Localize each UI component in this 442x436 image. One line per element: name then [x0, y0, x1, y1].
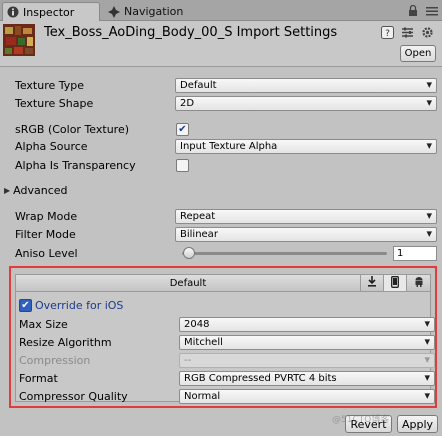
inspector-header: Tex_Boss_AoDing_Body_00_S Import Setting… [0, 21, 442, 67]
wrap-mode-value: Repeat [180, 210, 216, 222]
compressor-quality-label: Compressor Quality [19, 389, 128, 403]
texture-shape-row: Texture Shape 2D ▾ [0, 94, 442, 112]
format-dropdown[interactable]: RGB Compressed PVRTC 4 bits ▾ [179, 370, 435, 386]
alpha-source-label: Alpha Source [15, 139, 88, 153]
srgb-row: sRGB (Color Texture) ✔ [0, 120, 442, 138]
srgb-label: sRGB (Color Texture) [15, 122, 130, 136]
aniso-slider-track[interactable] [182, 252, 387, 255]
wrap-mode-row: Wrap Mode Repeat ▾ [0, 207, 442, 225]
filter-mode-label: Filter Mode [15, 227, 76, 241]
dropdown-arrow-icon: ▾ [426, 138, 432, 152]
override-ios-row: ✔ Override for iOS [0, 296, 442, 314]
compression-row: Compression -- ▾ [0, 351, 442, 369]
max-size-row: Max Size 2048 ▾ [0, 315, 442, 333]
tab-bar: Inspector Navigation [0, 0, 442, 21]
resize-algorithm-label: Resize Algorithm [19, 335, 112, 349]
texture-type-row: Texture Type Default ▾ [0, 76, 442, 94]
apply-button[interactable]: Apply [397, 415, 438, 433]
aniso-level-row: Aniso Level 1 [0, 244, 442, 262]
compression-dropdown: -- ▾ [179, 352, 435, 368]
dropdown-arrow-icon: ▾ [424, 316, 430, 330]
dropdown-arrow-icon: ▾ [424, 388, 430, 402]
max-size-dropdown[interactable]: 2048 ▾ [179, 316, 435, 332]
override-ios-label: Override for iOS [35, 298, 124, 312]
filter-mode-dropdown[interactable]: Bilinear ▾ [175, 226, 437, 242]
max-size-label: Max Size [19, 317, 68, 331]
tab-default-platform[interactable]: Default [16, 275, 361, 291]
alpha-source-value: Input Texture Alpha [180, 140, 278, 152]
page-title: Tex_Boss_AoDing_Body_00_S Import Setting… [44, 25, 338, 40]
alpha-source-row: Alpha Source Input Texture Alpha ▾ [0, 137, 442, 155]
alpha-transparency-label: Alpha Is Transparency [15, 158, 136, 172]
filter-mode-row: Filter Mode Bilinear ▾ [0, 225, 442, 243]
preset-icon[interactable] [400, 25, 414, 39]
menu-icon[interactable] [425, 4, 438, 17]
advanced-foldout[interactable]: ▶ Advanced [4, 184, 68, 197]
checkmark-icon: ✔ [21, 299, 30, 311]
alpha-source-dropdown[interactable]: Input Texture Alpha ▾ [175, 138, 437, 154]
tab-inspector[interactable]: Inspector [2, 2, 100, 21]
tab-android[interactable] [407, 275, 430, 291]
alpha-transparency-row: Alpha Is Transparency [0, 156, 442, 174]
svg-text:?: ? [385, 29, 390, 39]
checkmark-icon: ✔ [178, 123, 187, 135]
resize-algorithm-value: Mitchell [184, 336, 223, 348]
dropdown-arrow-icon: ▾ [426, 77, 432, 91]
resize-algorithm-row: Resize Algorithm Mitchell ▾ [0, 333, 442, 351]
expand-triangle-icon: ▶ [4, 185, 11, 195]
tab-inspector-label: Inspector [23, 5, 75, 19]
format-label: Format [19, 371, 58, 385]
dropdown-arrow-icon: ▾ [424, 370, 430, 384]
aniso-level-input[interactable]: 1 [393, 245, 437, 261]
dropdown-arrow-icon: ▾ [426, 95, 432, 109]
advanced-foldout-row: ▶ Advanced [0, 181, 442, 199]
texture-shape-value: 2D [180, 97, 195, 109]
info-icon [7, 6, 19, 18]
filter-mode-value: Bilinear [180, 228, 218, 240]
alpha-transparency-checkbox[interactable] [176, 158, 189, 172]
texture-type-label: Texture Type [15, 78, 85, 92]
compression-label: Compression [19, 353, 91, 367]
advanced-label: Advanced [13, 183, 68, 197]
tab-navigation-label: Navigation [124, 5, 184, 18]
override-ios-checkbox[interactable]: ✔ [19, 298, 32, 312]
download-icon [367, 276, 377, 290]
platform-tabs: Default [16, 275, 430, 292]
aniso-slider-handle[interactable] [183, 247, 195, 259]
wrap-mode-dropdown[interactable]: Repeat ▾ [175, 208, 437, 224]
resize-algorithm-dropdown[interactable]: Mitchell ▾ [179, 334, 435, 350]
tab-standalone[interactable] [361, 275, 384, 291]
dropdown-arrow-icon: ▾ [426, 226, 432, 240]
format-row: Format RGB Compressed PVRTC 4 bits ▾ [0, 369, 442, 387]
tab-navigation[interactable]: Navigation [104, 2, 216, 21]
open-button[interactable]: Open [400, 45, 436, 62]
srgb-checkbox[interactable]: ✔ [176, 122, 189, 136]
wrap-mode-label: Wrap Mode [15, 209, 78, 223]
dropdown-arrow-icon: ▾ [424, 334, 430, 348]
help-icon[interactable]: ? [380, 25, 394, 39]
phone-icon [391, 275, 399, 291]
lock-icon[interactable] [406, 4, 419, 17]
watermark: @51CTO博客 [332, 415, 390, 425]
format-value: RGB Compressed PVRTC 4 bits [184, 372, 337, 384]
aniso-level-label: Aniso Level [15, 246, 78, 260]
dropdown-arrow-icon: ▾ [426, 208, 432, 222]
texture-shape-label: Texture Shape [15, 96, 94, 110]
texture-thumbnail [3, 24, 35, 56]
tab-ios[interactable] [384, 275, 407, 291]
navigation-icon [108, 5, 120, 18]
android-icon [414, 276, 424, 290]
texture-type-value: Default [180, 79, 217, 91]
compressor-quality-value: Normal [184, 390, 221, 402]
compressor-quality-row: Compressor Quality Normal ▾ [0, 387, 442, 405]
texture-type-dropdown[interactable]: Default ▾ [175, 77, 437, 93]
max-size-value: 2048 [184, 318, 210, 330]
compression-value: -- [184, 354, 192, 366]
dropdown-arrow-icon: ▾ [424, 352, 430, 366]
compressor-quality-dropdown[interactable]: Normal ▾ [179, 388, 435, 404]
gear-icon[interactable] [420, 25, 434, 39]
texture-shape-dropdown[interactable]: 2D ▾ [175, 95, 437, 111]
